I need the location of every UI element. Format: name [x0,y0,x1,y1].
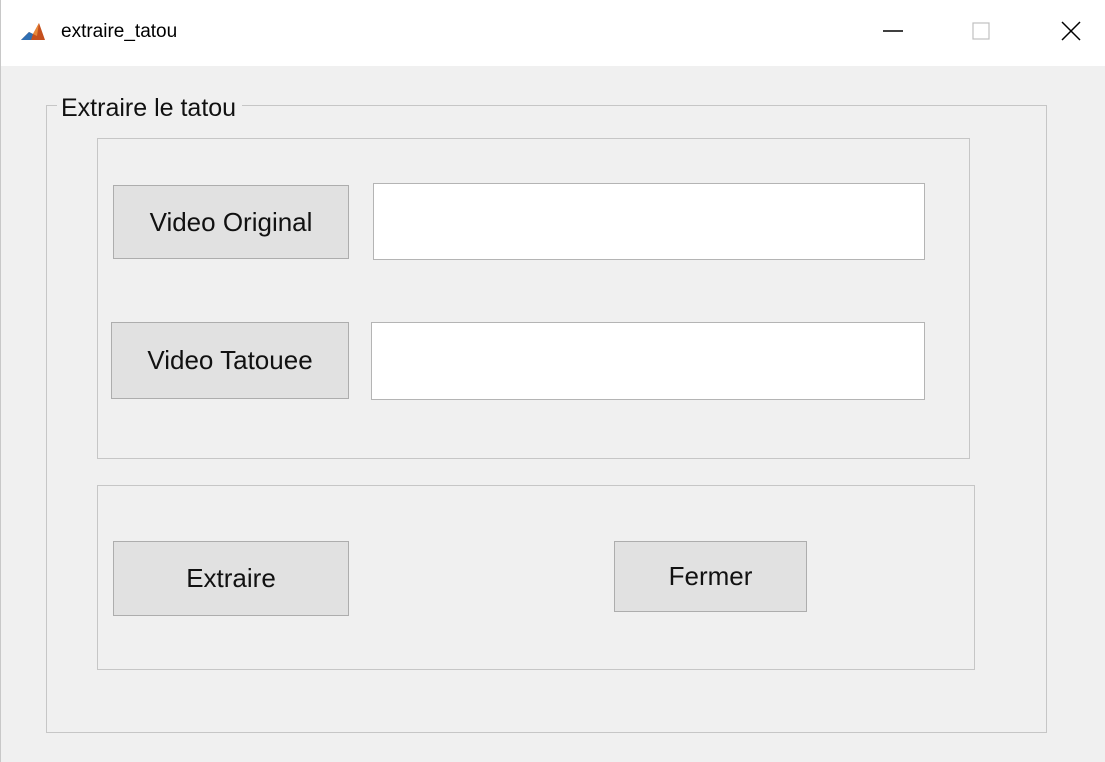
extraire-button[interactable]: Extraire [113,541,349,616]
video-tatouee-button[interactable]: Video Tatouee [111,322,349,399]
fermer-button[interactable]: Fermer [614,541,807,612]
matlab-icon [19,20,47,44]
minimize-icon [883,21,903,46]
close-icon [1061,20,1081,46]
video-original-field[interactable] [373,183,925,260]
window-title: extraire_tatou [61,21,178,42]
close-window-button[interactable] [1031,0,1105,66]
video-tatouee-field[interactable] [371,322,925,400]
minimize-button[interactable] [853,0,933,66]
figure-window: extraire_tatou Extraire le tatou Video O… [0,0,1105,762]
title-bar: extraire_tatou [1,0,1105,66]
video-original-button[interactable]: Video Original [113,185,349,259]
maximize-button[interactable] [941,0,1021,66]
maximize-icon [972,21,990,45]
group-title: Extraire le tatou [57,92,243,124]
